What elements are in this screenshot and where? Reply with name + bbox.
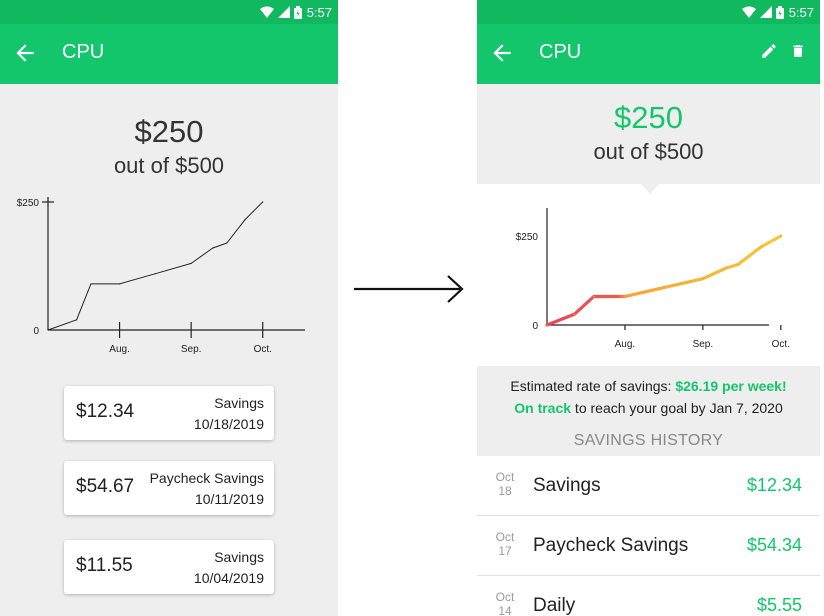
panel-pointer (641, 184, 659, 194)
data-point (262, 201, 264, 203)
data-point (725, 267, 728, 269)
app-bar: CPU (0, 24, 338, 84)
transaction-card[interactable]: $54.67 Paycheck Savings 10/11/2019 (64, 461, 274, 515)
data-point (592, 295, 595, 298)
data-point (226, 242, 228, 244)
data-point (90, 283, 92, 285)
savings-rate-label: Estimated rate of savings: (510, 378, 676, 394)
data-point (118, 283, 121, 285)
history-day: 17 (498, 544, 512, 558)
savings-rate-value: $26.19 per week! (675, 378, 787, 394)
goal-status-text: On track to reach your goal by Jan 7, 20… (477, 400, 820, 416)
data-point (546, 324, 548, 326)
data-point (573, 313, 576, 316)
data-point (212, 247, 214, 249)
battery-icon (293, 5, 302, 19)
x-tick-label: Sep. (693, 339, 714, 350)
y-tick-label: 0 (33, 326, 39, 337)
history-month: Oct (495, 530, 515, 544)
data-point (154, 273, 156, 275)
transaction-card[interactable]: $11.55 Savings 10/04/2019 (64, 540, 274, 594)
x-tick-label: Oct. (772, 339, 790, 350)
history-name: Daily (533, 595, 576, 616)
savings-rate-text: Estimated rate of savings: $26.19 per we… (477, 378, 820, 394)
y-tick-label: $250 (516, 232, 539, 243)
cell-signal-icon (759, 6, 772, 18)
history-name: Savings (533, 475, 601, 496)
data-point (702, 277, 704, 280)
cell-signal-icon (277, 6, 290, 18)
x-tick-label: Sep. (181, 344, 202, 355)
data-point (780, 235, 782, 237)
data-point (47, 329, 49, 331)
transaction-date: 10/18/2019 (193, 416, 264, 432)
on-track-badge: On track (514, 400, 572, 416)
x-tick-label: Aug. (109, 344, 130, 355)
wifi-icon (259, 6, 274, 18)
data-point (663, 286, 665, 289)
transaction-amount: $12.34 (76, 401, 135, 422)
transaction-date: 10/04/2019 (193, 570, 264, 586)
history-amount: $12.34 (746, 475, 802, 495)
data-point (76, 319, 78, 321)
transaction-description: Paycheck Savings (149, 470, 264, 486)
arrow-left-icon[interactable] (489, 40, 515, 66)
goal-saved-amount: $250 (134, 114, 204, 149)
history-amount: $54.34 (746, 535, 802, 555)
transaction-amount: $54.67 (76, 476, 135, 497)
clock: 5:57 (788, 4, 814, 20)
transaction-description: Savings (214, 395, 264, 411)
y-tick-label: $250 (17, 198, 40, 209)
status-bar: 5:57 (0, 0, 338, 24)
clock: 5:57 (306, 4, 332, 20)
goal-target-label: out of $500 (593, 139, 704, 164)
pencil-icon[interactable] (760, 42, 778, 60)
savings-progress-chart: 0 $250 Aug. Sep. Oct. (516, 208, 790, 350)
app-bar-title: CPU (62, 41, 105, 63)
data-point (737, 263, 739, 266)
app-bar: CPU (477, 24, 820, 84)
arrow-left-icon[interactable] (12, 40, 38, 66)
transaction-amount: $11.55 (76, 555, 133, 576)
transaction-card[interactable]: $12.34 Savings 10/18/2019 (64, 386, 274, 440)
goal-saved-amount: $250 (614, 100, 683, 135)
data-point (624, 295, 626, 298)
trash-icon[interactable] (790, 42, 806, 60)
data-point (760, 245, 763, 248)
history-day: 18 (498, 484, 512, 498)
transaction-date: 10/11/2019 (194, 491, 264, 507)
savings-line-chart: 0 $250 Aug. Sep. Oct. (17, 197, 305, 355)
history-name: Paycheck Savings (533, 535, 689, 556)
x-tick-label: Oct. (254, 344, 272, 355)
data-point (244, 219, 246, 221)
app-bar-title: CPU (539, 41, 582, 63)
goal-target-label: out of $500 (113, 153, 225, 178)
savings-history-heading: SAVINGS HISTORY (573, 432, 724, 449)
history-amount: $5.55 (756, 595, 802, 615)
x-tick-label: Aug. (615, 339, 636, 350)
goal-date-text: to reach your goal by Jan 7, 2020 (571, 400, 783, 416)
history-row[interactable]: Oct 18 Savings $12.34 (477, 456, 820, 516)
history-row[interactable]: Oct 17 Paycheck Savings $54.34 (477, 516, 820, 576)
left-screen: 5:57 CPU $250 out of $500 0 $250 Aug. Sep. O… (0, 0, 338, 616)
savings-info-panel: Estimated rate of savings: $26.19 per we… (477, 366, 820, 456)
history-month: Oct (495, 470, 515, 484)
data-point (190, 262, 192, 265)
history-day: 14 (498, 604, 512, 616)
history-row[interactable]: Oct 14 Daily $5.55 (477, 576, 820, 616)
series-line (47, 201, 264, 331)
history-month: Oct (495, 590, 515, 604)
series-line (545, 234, 783, 327)
right-screen: 5:57 CPU $250 out of $500 0 $250 Aug. Sep. O… (477, 0, 820, 616)
wifi-icon (741, 6, 756, 18)
y-tick-label: 0 (532, 321, 538, 332)
status-bar: 5:57 (477, 0, 820, 24)
transaction-description: Savings (214, 549, 264, 565)
arrow-right-icon (354, 275, 464, 303)
battery-icon (775, 5, 784, 19)
